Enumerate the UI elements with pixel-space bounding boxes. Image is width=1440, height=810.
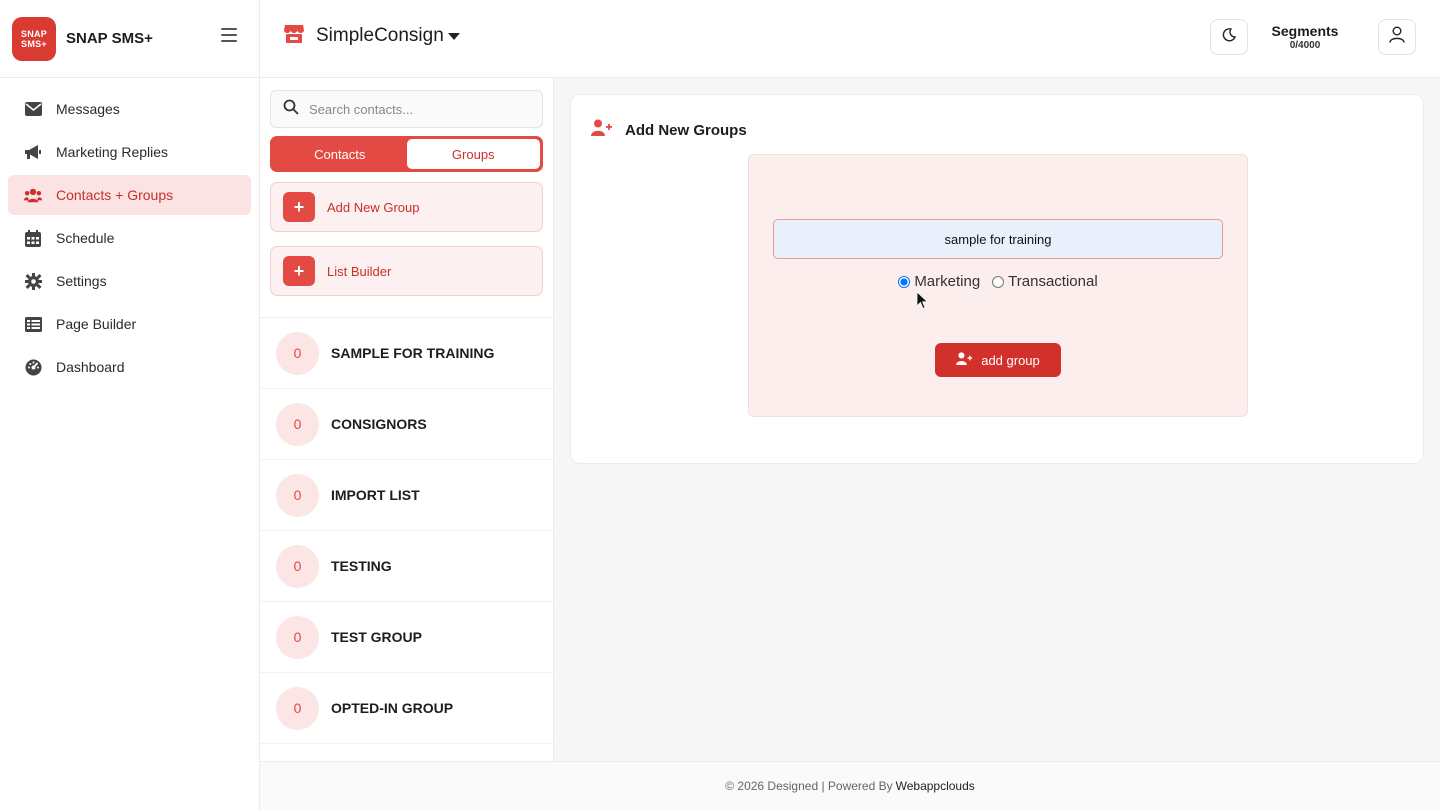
add-group-button-label: add group <box>981 352 1040 368</box>
gauge-icon <box>24 358 42 376</box>
group-type-radios: Marketing Transactional <box>749 273 1247 290</box>
user-plus-icon <box>591 119 613 141</box>
list-item[interactable]: 0 TEST GROUP <box>260 602 553 673</box>
theme-toggle-button[interactable] <box>1210 19 1248 55</box>
sidebar-item-contacts-groups[interactable]: Contacts + Groups <box>8 175 251 215</box>
sidebar-item-label: Messages <box>56 101 120 117</box>
logo-text-2: SMS+ <box>21 38 47 49</box>
megaphone-icon <box>24 143 42 161</box>
sidebar: SNAP SMS+ SNAP SMS+ Messages Marketing R… <box>0 0 260 810</box>
list-item[interactable]: 0 IMPORT LIST <box>260 460 553 531</box>
plus-icon: + <box>283 256 315 286</box>
marketing-radio[interactable] <box>898 275 911 288</box>
search-input[interactable] <box>309 101 529 117</box>
mouse-cursor-icon <box>916 291 929 314</box>
group-name: TEST GROUP <box>331 629 423 645</box>
sidebar-item-marketing-replies[interactable]: Marketing Replies <box>8 132 251 172</box>
sidebar-item-label: Contacts + Groups <box>56 187 174 203</box>
search-icon <box>283 99 299 120</box>
sidebar-item-dashboard[interactable]: Dashboard <box>8 347 251 387</box>
sidebar-item-label: Dashboard <box>56 359 125 375</box>
sidebar-item-page-builder[interactable]: Page Builder <box>8 304 251 344</box>
group-name: SAMPLE FOR TRAINING <box>331 345 495 361</box>
tab-groups[interactable]: Groups <box>406 139 540 169</box>
group-count-badge: 0 <box>276 402 319 446</box>
list-item[interactable]: 0 CONSIGNORS <box>260 389 553 460</box>
add-new-group-button[interactable]: + Add New Group <box>270 182 543 232</box>
list-item[interactable]: 0 OPTED-IN GROUP <box>260 673 553 744</box>
add-group-card: Add New Groups Marketing Transactional a… <box>570 94 1424 464</box>
list-builder-label: List Builder <box>327 263 392 279</box>
card-header: Add New Groups <box>591 119 747 141</box>
list-item[interactable]: 0 SAMPLE FOR TRAINING <box>260 318 553 389</box>
moon-icon <box>1222 27 1237 47</box>
sidebar-item-label: Schedule <box>56 230 115 246</box>
group-name: OPTED-IN GROUP <box>331 700 454 716</box>
contacts-groups-toggle: Contacts Groups <box>270 136 543 172</box>
group-count-badge: 0 <box>276 615 319 659</box>
envelope-icon <box>24 100 42 118</box>
segments-value: 0/4000 <box>1289 40 1321 51</box>
footer-link[interactable]: Webappclouds <box>896 779 975 793</box>
marketing-radio-label: Marketing <box>914 273 981 290</box>
add-group-form: Marketing Transactional add group <box>748 154 1248 417</box>
group-count-badge: 0 <box>276 544 319 588</box>
radio-marketing[interactable]: Marketing <box>898 273 980 290</box>
group-count-badge: 0 <box>276 473 319 517</box>
sidebar-nav: Messages Marketing Replies Contacts + Gr… <box>0 78 259 387</box>
sidebar-item-settings[interactable]: Settings <box>8 261 251 301</box>
logo-text-1: SNAP <box>20 28 48 39</box>
list-icon <box>24 315 42 333</box>
sidebar-item-label: Settings <box>56 273 107 289</box>
store-selector[interactable]: SimpleConsign <box>284 24 460 48</box>
tab-contacts[interactable]: Contacts <box>273 139 407 169</box>
contacts-groups-panel: Contacts Groups + Add New Group + List B… <box>260 78 554 761</box>
list-item[interactable]: 0 TESTING <box>260 531 553 602</box>
user-plus-icon <box>956 352 973 368</box>
group-name: TESTING <box>331 558 392 574</box>
app-name: SNAP SMS+ <box>66 30 153 47</box>
app-logo[interactable]: SNAP SMS+ <box>12 16 56 61</box>
hamburger-menu-icon[interactable] <box>221 28 237 42</box>
sidebar-item-label: Page Builder <box>56 316 137 332</box>
group-name: IMPORT LIST <box>331 487 420 503</box>
add-group-button[interactable]: add group <box>935 343 1061 377</box>
store-icon <box>284 24 304 48</box>
segments-counter: Segments 0/4000 <box>1265 23 1345 51</box>
add-new-group-label: Add New Group <box>327 199 420 215</box>
footer: © 2026 Designed | Powered By Webappcloud… <box>260 761 1440 810</box>
calendar-icon <box>24 229 42 247</box>
user-icon <box>1389 26 1405 48</box>
radio-transactional[interactable]: Transactional <box>992 273 1098 290</box>
footer-text: © 2026 Designed | Powered By <box>725 779 893 793</box>
group-name-input[interactable] <box>773 219 1223 259</box>
sidebar-item-label: Marketing Replies <box>56 144 169 160</box>
group-name: CONSIGNORS <box>331 416 427 432</box>
card-title: Add New Groups <box>625 121 747 139</box>
segments-label: Segments <box>1271 23 1339 39</box>
store-name: SimpleConsign <box>316 25 444 46</box>
users-icon <box>24 186 42 204</box>
group-count-badge: 0 <box>276 686 319 730</box>
group-count-badge: 0 <box>276 331 319 375</box>
transactional-radio[interactable] <box>992 275 1005 288</box>
brand-header: SNAP SMS+ SNAP SMS+ <box>0 0 259 78</box>
group-list: 0 SAMPLE FOR TRAINING 0 CONSIGNORS 0 IMP… <box>260 317 553 744</box>
sidebar-item-messages[interactable]: Messages <box>8 89 251 129</box>
transactional-radio-label: Transactional <box>1008 273 1098 290</box>
caret-down-icon <box>447 32 460 40</box>
user-profile-button[interactable] <box>1378 19 1416 55</box>
search-box <box>270 90 543 128</box>
gear-icon <box>24 272 42 290</box>
plus-icon: + <box>283 192 315 222</box>
list-builder-button[interactable]: + List Builder <box>270 246 543 296</box>
top-bar: SimpleConsign Segments 0/4000 <box>260 0 1440 78</box>
sidebar-item-schedule[interactable]: Schedule <box>8 218 251 258</box>
